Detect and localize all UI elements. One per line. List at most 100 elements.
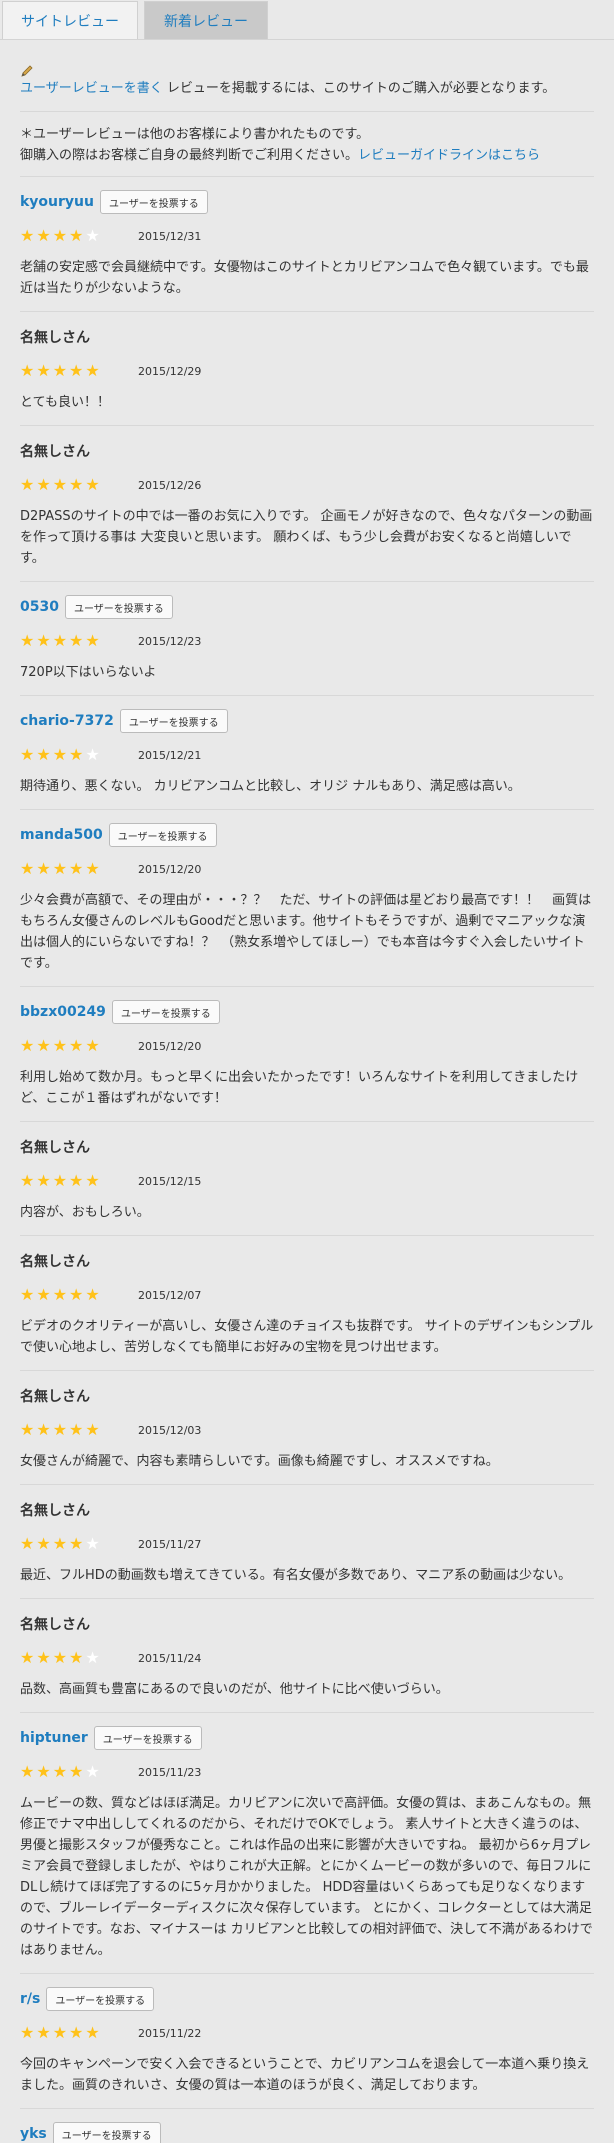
vote-user-button[interactable]: ユーザーを投票する [52, 2122, 161, 2143]
star-icon: ★ [69, 1036, 84, 1055]
review-meta: ★ ★ ★ ★ ★ 2015/12/07 [20, 1280, 594, 1310]
write-review-link[interactable]: ユーザーレビューを書く [20, 81, 163, 96]
star-icon: ★ [69, 1420, 84, 1439]
vote-user-button[interactable]: ユーザーを投票する [111, 1000, 220, 1024]
star-icon: ★ [52, 1534, 68, 1553]
review-date: 2015/12/20 [138, 862, 202, 876]
star-icon: ★ [69, 475, 84, 494]
review-date: 2015/12/07 [138, 1288, 202, 1302]
review-date: 2015/12/26 [138, 478, 202, 492]
review-header: 名無しさん [20, 436, 594, 466]
review-content: ユーザーレビューを書く レビューを掲載するには、このサイトのご購入が必要となりま… [0, 40, 614, 2143]
review-date: 2015/12/29 [138, 364, 202, 378]
vote-user-button[interactable]: ユーザーを投票する [93, 1726, 202, 1750]
vote-user-button[interactable]: ユーザーを投票する [108, 823, 217, 847]
review-date: 2015/12/21 [138, 748, 202, 762]
star-icon: ★ [52, 361, 68, 380]
review-meta: ★ ★ ★ ★ ★ 2015/12/23 [20, 626, 594, 656]
star-rating: ★ ★ ★ ★ ★ [20, 1038, 138, 1054]
star-icon: ★ [69, 1762, 84, 1781]
tab-site-reviews[interactable]: サイトレビュー [2, 1, 138, 39]
reviewer-name[interactable]: hiptuner [20, 1730, 88, 1746]
guideline-link[interactable]: レビューガイドラインはこちら [358, 148, 540, 163]
star-icon: ★ [20, 2023, 35, 2042]
review-meta: ★ ★ ★ ★ ★ 2015/12/29 [20, 356, 594, 386]
star-icon: ★ [69, 226, 84, 245]
star-icon: ★ [85, 1171, 100, 1190]
reviewer-name[interactable]: manda500 [20, 827, 103, 843]
star-rating: ★ ★ ★ ★ ★ [20, 228, 138, 244]
star-icon: ★ [36, 859, 51, 878]
star-icon: ★ [85, 1762, 100, 1781]
star-icon: ★ [52, 1171, 68, 1190]
star-icon: ★ [36, 475, 51, 494]
star-icon: ★ [20, 226, 35, 245]
star-icon: ★ [85, 1036, 100, 1055]
star-rating: ★ ★ ★ ★ ★ [20, 747, 138, 763]
star-icon: ★ [52, 1036, 68, 1055]
reviewer-name: 名無しさん [20, 1254, 90, 1270]
pencil-icon [21, 65, 33, 77]
star-icon: ★ [36, 2023, 51, 2042]
review-header: 名無しさん [20, 1246, 594, 1276]
review-date: 2015/11/27 [138, 1537, 202, 1551]
star-icon: ★ [85, 1534, 100, 1553]
review-text: 720P以下はいらないよ [20, 665, 157, 680]
vote-user-button[interactable]: ユーザーを投票する [46, 1987, 155, 2011]
reviewer-name: 名無しさん [20, 1617, 90, 1633]
review-text: ビデオのクオリティーが高いし、女優さん達のチョイスも抜群です。 サイトのデザイン… [20, 1319, 594, 1355]
review-meta: ★ ★ ★ ★ ★ 2015/11/23 [20, 1757, 594, 1787]
star-icon: ★ [20, 631, 35, 650]
reviewer-name[interactable]: yks [20, 2126, 47, 2142]
review-date: 2015/11/24 [138, 1651, 202, 1665]
tab-new-reviews[interactable]: 新着レビュー [144, 1, 268, 39]
reviewer-name: 名無しさん [20, 330, 90, 346]
review-meta: ★ ★ ★ ★ ★ 2015/12/21 [20, 740, 594, 770]
reviewer-name: 名無しさん [20, 1140, 90, 1156]
star-icon: ★ [85, 2023, 100, 2042]
reviewer-name[interactable]: chario-7372 [20, 713, 114, 729]
star-icon: ★ [20, 859, 35, 878]
review-header: 0530 ユーザーを投票する [20, 592, 594, 622]
star-icon: ★ [52, 745, 68, 764]
review-text: 老舗の安定感で会員継続中です。女優物はこのサイトとカリビアンコムで色々観ています… [20, 260, 589, 296]
review-item: 名無しさん ★ ★ ★ ★ ★ 2015/11/24 品数、高画質も豊富にあるので良いのだが、… [20, 1599, 594, 1713]
star-icon: ★ [69, 2023, 84, 2042]
review-item: 名無しさん ★ ★ ★ ★ ★ 2015/12/03 女優さんが綺麗で、内容も素晴らしいです。… [20, 1371, 594, 1485]
review-date: 2015/12/23 [138, 634, 202, 648]
reviewer-name[interactable]: r/s [20, 1991, 40, 2007]
review-item: 0530 ユーザーを投票する ★ ★ ★ ★ ★ 2015/12/23 720P以下はいらないよ [20, 582, 594, 696]
star-rating: ★ ★ ★ ★ ★ [20, 1173, 138, 1189]
vote-user-button[interactable]: ユーザーを投票する [100, 190, 208, 214]
star-icon: ★ [36, 1648, 51, 1667]
review-header: hiptuner ユーザーを投票する [20, 1723, 594, 1753]
vote-user-button[interactable]: ユーザーを投票する [119, 709, 228, 733]
star-icon: ★ [36, 1534, 51, 1553]
star-icon: ★ [36, 745, 51, 764]
review-text: 品数、高画質も豊富にあるので良いのだが、他サイトに比べ使いづらい。 [20, 1682, 449, 1697]
reviewer-name[interactable]: 0530 [20, 599, 59, 615]
review-text: 今回のキャンペーンで安く入会できるということで、カビリアンコムを退会して一本道へ… [20, 2057, 590, 2093]
star-icon: ★ [36, 1285, 51, 1304]
star-icon: ★ [69, 859, 84, 878]
review-text: 女優さんが綺麗で、内容も素晴らしいです。画像も綺麗ですし、オススメですね。 [20, 1454, 499, 1469]
star-icon: ★ [52, 475, 68, 494]
reviewer-name[interactable]: kyouryuu [20, 194, 94, 210]
review-date: 2015/11/22 [138, 2026, 202, 2040]
star-icon: ★ [69, 361, 84, 380]
review-text: 期待通り、悪くない。 カリビアンコムと比較し、オリジ ナルもあり、満足感は高い。 [20, 779, 521, 794]
review-text: とても良い！！ [20, 395, 110, 410]
star-rating: ★ ★ ★ ★ ★ [20, 1764, 138, 1780]
reviewer-name[interactable]: bbzx00249 [20, 1004, 106, 1020]
star-icon: ★ [52, 1285, 68, 1304]
review-header: yks ユーザーを投票する [20, 2119, 594, 2143]
write-review-section: ユーザーレビューを書く レビューを掲載するには、このサイトのご購入が必要となりま… [20, 40, 594, 112]
star-icon: ★ [85, 1420, 100, 1439]
notice-line-2-text: 御購入の際はお客様ご自身の最終判断でご利用ください。 [20, 148, 359, 163]
star-icon: ★ [52, 2023, 68, 2042]
review-list: kyouryuu ユーザーを投票する ★ ★ ★ ★ ★ 2015/12/31 老舗の安定感で会… [20, 177, 594, 2143]
vote-user-button[interactable]: ユーザーを投票する [64, 595, 173, 619]
star-icon: ★ [69, 1534, 84, 1553]
star-icon: ★ [52, 1420, 68, 1439]
star-icon: ★ [20, 1036, 35, 1055]
